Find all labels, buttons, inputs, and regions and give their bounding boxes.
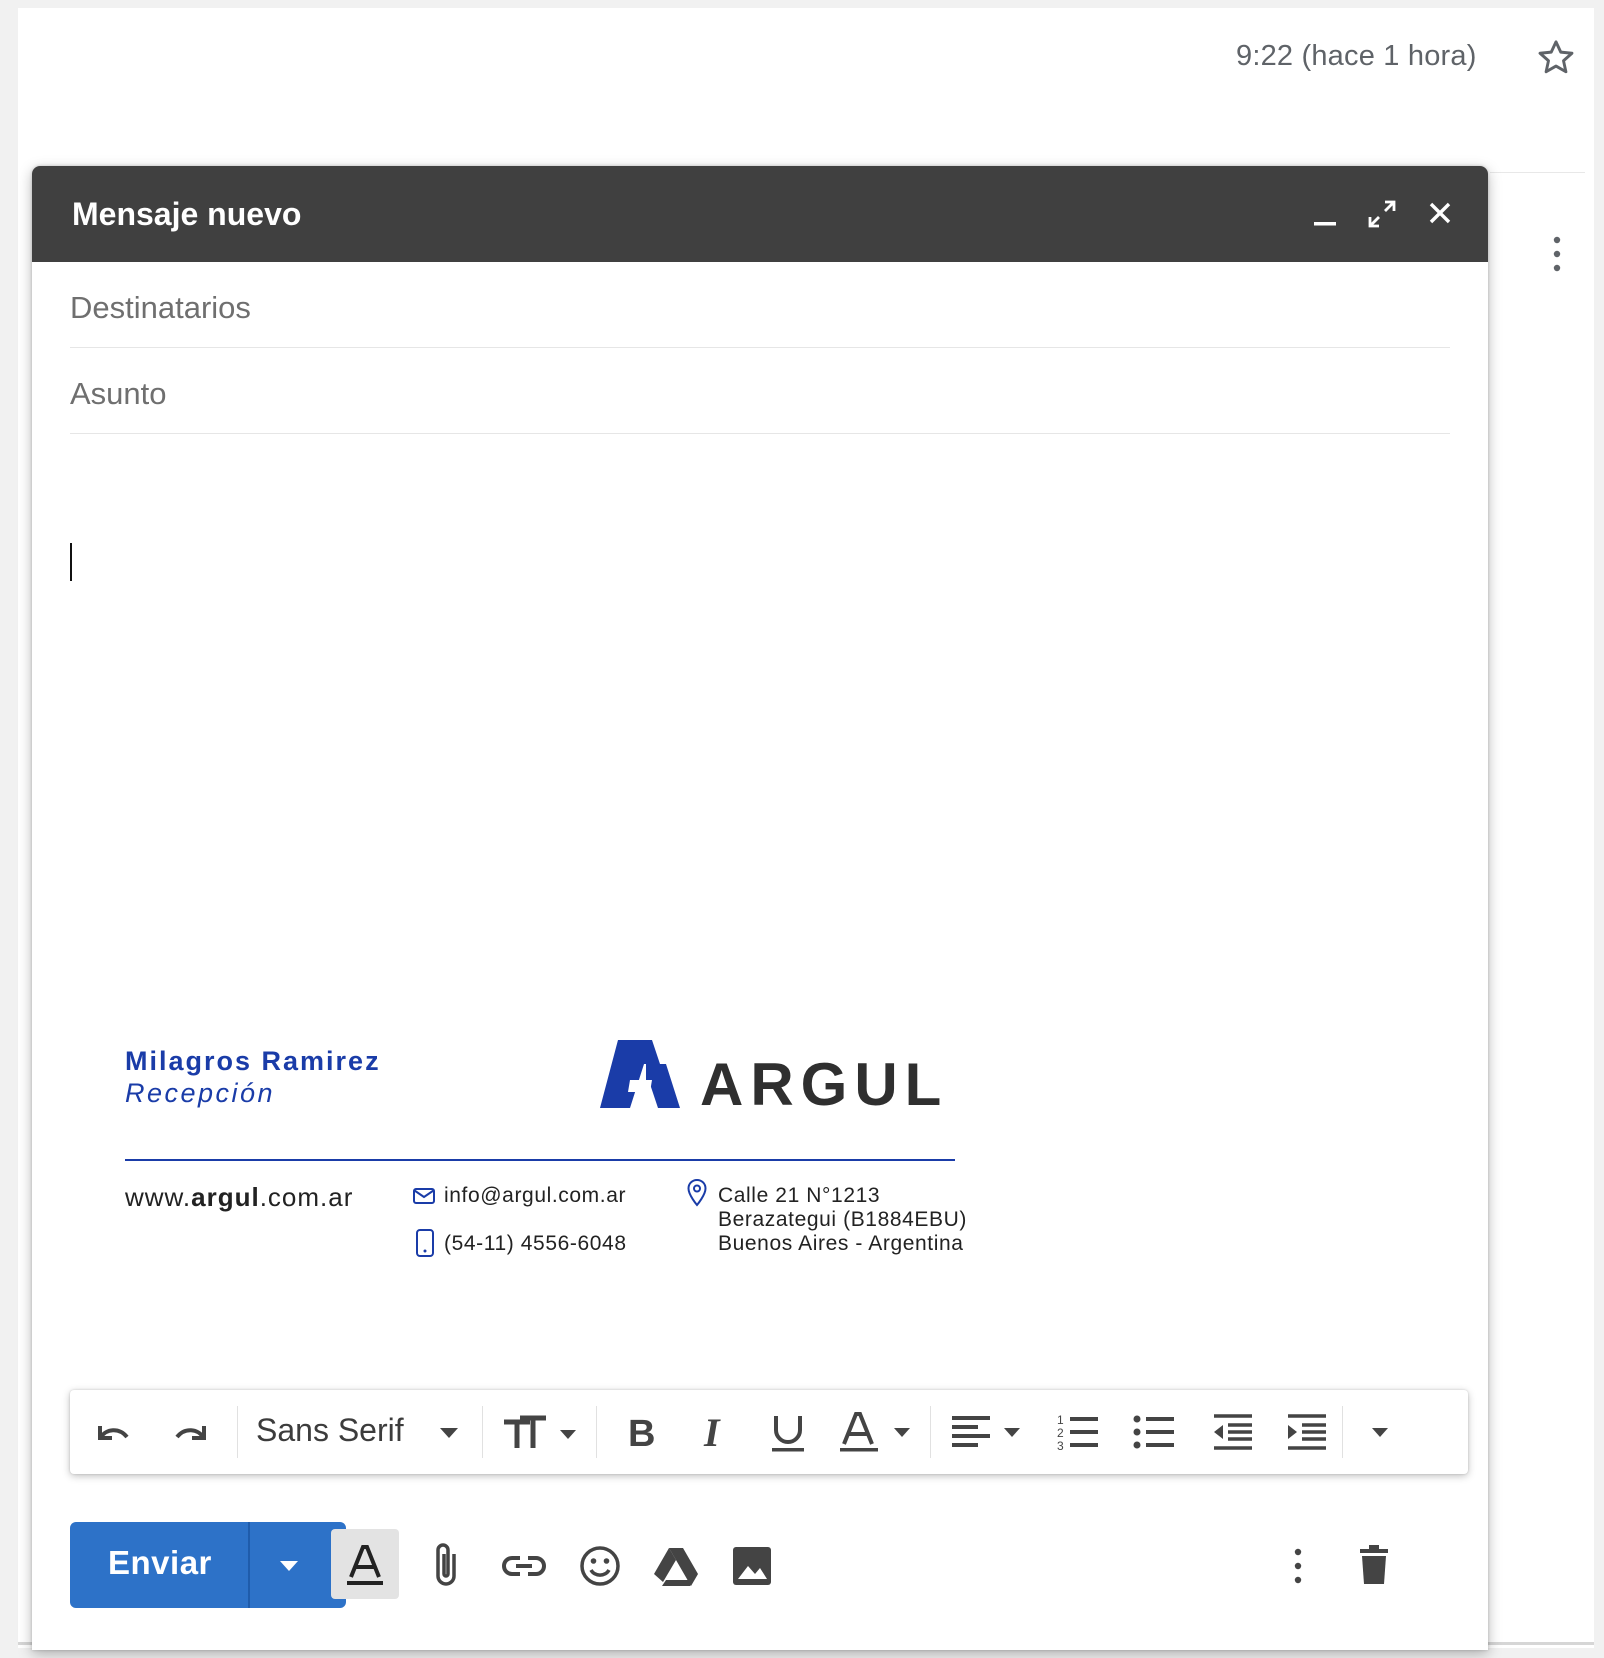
- subject-field[interactable]: [70, 348, 1450, 434]
- signature-name: Milagros Ramirez: [125, 1046, 381, 1076]
- photo-icon[interactable]: [722, 1536, 782, 1596]
- compose-title: Mensaje nuevo: [72, 196, 302, 232]
- argul-logo-mark: [600, 1040, 680, 1108]
- signature-phone: (54-11) 4556-6048: [444, 1232, 627, 1255]
- recipients-input[interactable]: [70, 290, 1450, 326]
- message-time: 9:22 (hace 1 hora): [1236, 40, 1477, 72]
- website-suffix: .com.ar: [259, 1182, 354, 1212]
- signature-website[interactable]: www.argul.com.ar: [125, 1182, 353, 1213]
- signature-email[interactable]: info@argul.com.ar: [444, 1184, 626, 1208]
- send-label: Enviar: [108, 1544, 212, 1581]
- expand-icon[interactable]: [1362, 194, 1402, 234]
- text-cursor: [70, 543, 72, 581]
- website-prefix: www.: [125, 1182, 192, 1212]
- text-size-icon[interactable]: [500, 1410, 584, 1454]
- font-dropdown[interactable]: Sans Serif: [256, 1412, 404, 1449]
- phone-icon: [416, 1229, 434, 1257]
- location-pin-icon: [687, 1178, 707, 1207]
- svg-text:2: 2: [1057, 1426, 1064, 1440]
- send-split-divider: [248, 1522, 250, 1608]
- address-line-1: Calle 21 N°1213: [718, 1184, 881, 1207]
- drive-icon[interactable]: [646, 1536, 706, 1596]
- subject-input[interactable]: [70, 376, 1450, 412]
- svg-text:3: 3: [1057, 1439, 1064, 1453]
- underline-icon[interactable]: [766, 1410, 810, 1454]
- indent-more-icon[interactable]: [1284, 1410, 1328, 1454]
- svg-text:1: 1: [1057, 1413, 1064, 1427]
- send-button[interactable]: Enviar: [70, 1522, 346, 1608]
- bulleted-list-icon[interactable]: [1132, 1410, 1176, 1454]
- compose-window: Mensaje nuevo Milagros Ramirez Recepción…: [32, 166, 1488, 1650]
- star-icon[interactable]: [1534, 36, 1578, 80]
- close-icon[interactable]: [1420, 194, 1460, 234]
- formatting-toggle-button[interactable]: [331, 1529, 399, 1599]
- toolbar-separator: [237, 1406, 238, 1458]
- numbered-list-icon[interactable]: 1 2 3: [1056, 1410, 1100, 1454]
- argul-logo-text: ARGUL: [700, 1051, 949, 1118]
- divider: [1490, 172, 1585, 173]
- redo-icon[interactable]: [166, 1410, 214, 1454]
- trash-icon[interactable]: [1344, 1536, 1404, 1596]
- toolbar-separator: [930, 1406, 931, 1458]
- more-options-icon[interactable]: [1268, 1536, 1328, 1596]
- minimize-icon[interactable]: [1304, 194, 1344, 234]
- bold-icon[interactable]: B: [622, 1410, 662, 1454]
- recipients-field[interactable]: [70, 262, 1450, 348]
- signature-role: Recepción: [125, 1078, 276, 1108]
- italic-icon[interactable]: I: [696, 1410, 736, 1454]
- svg-text:I: I: [703, 1410, 721, 1454]
- address-line-3: Buenos Aires - Argentina: [718, 1232, 964, 1255]
- indent-less-icon[interactable]: [1210, 1410, 1254, 1454]
- svg-text:B: B: [628, 1413, 655, 1454]
- toolbar-separator: [596, 1406, 597, 1458]
- chevron-down-icon[interactable]: [434, 1410, 464, 1454]
- compose-titlebar: Mensaje nuevo: [32, 166, 1488, 262]
- more-vert-icon[interactable]: [1545, 232, 1569, 276]
- send-options-icon[interactable]: [272, 1550, 306, 1580]
- mail-icon: [413, 1188, 435, 1204]
- undo-icon[interactable]: [90, 1410, 138, 1454]
- formatting-toggle-icon: [347, 1545, 383, 1585]
- formatting-toolbar: Sans Serif B I 1 2 3: [70, 1390, 1468, 1474]
- text-color-icon[interactable]: [836, 1410, 916, 1454]
- link-icon[interactable]: [494, 1536, 554, 1596]
- align-icon[interactable]: [948, 1410, 1028, 1454]
- address-line-2: Berazategui (B1884EBU): [718, 1208, 967, 1231]
- website-bold: argul: [191, 1182, 260, 1212]
- toolbar-separator: [482, 1406, 483, 1458]
- toolbar-separator: [1342, 1406, 1343, 1458]
- signature-divider: [125, 1159, 955, 1161]
- more-formatting-icon[interactable]: [1360, 1410, 1400, 1454]
- emoji-icon[interactable]: [570, 1536, 630, 1596]
- attach-icon[interactable]: [418, 1536, 478, 1596]
